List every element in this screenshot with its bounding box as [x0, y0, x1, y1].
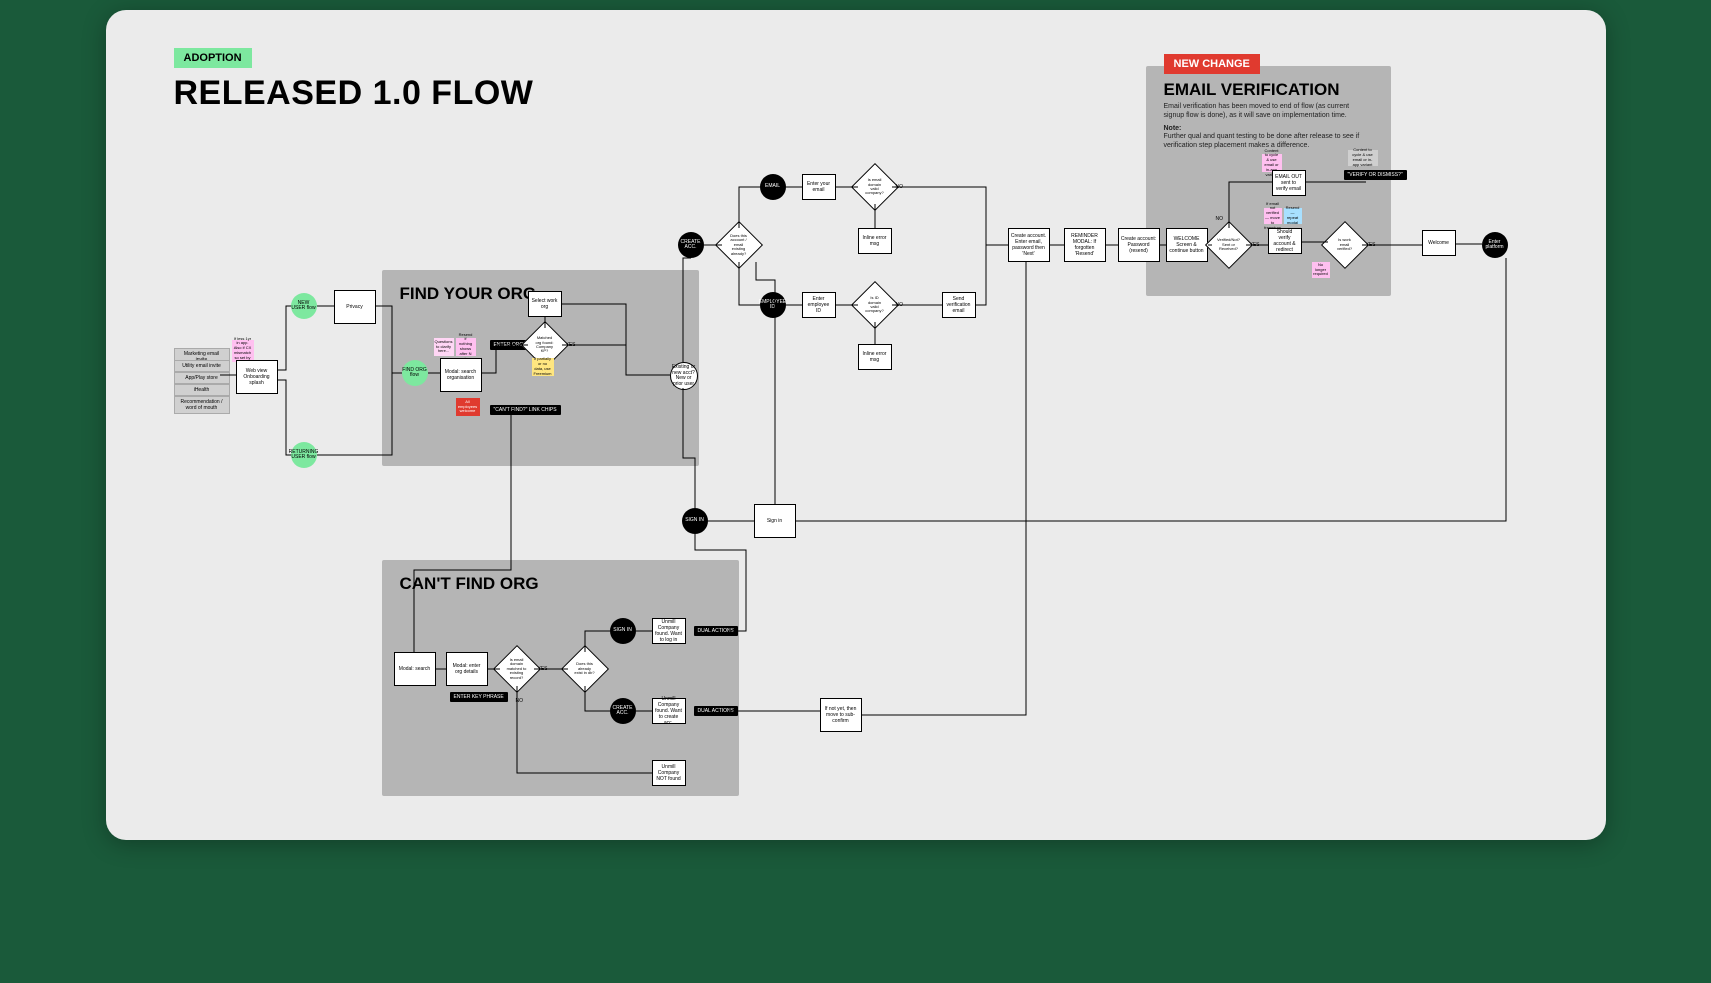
- box-enter-email: Enter your email: [802, 174, 836, 200]
- note-b: Resend if nothing shows after N mins: [456, 338, 476, 356]
- label-yes: YES: [1250, 242, 1260, 248]
- diamond-manual-q2: Does this already exist in db?: [568, 652, 602, 686]
- circle-sign-in: SIGN IN: [682, 508, 708, 534]
- label-no: NO: [896, 302, 904, 308]
- circle-account-type: Existing or new acct? New or prior user: [670, 362, 698, 390]
- box-region-detail: Modal: enter org details: [446, 652, 488, 686]
- diamond-go-verify: Verified/Not? Sent or Received?: [1212, 228, 1246, 262]
- zone-description: Email verification has been moved to end…: [1164, 102, 1364, 120]
- diamond-manual-q1: Is email domain matched to existing reco…: [500, 652, 534, 686]
- box-sign-in: Sign in: [754, 504, 796, 538]
- box-privacy: Privacy: [334, 290, 376, 324]
- label-no: NO: [516, 698, 524, 704]
- label-yes: YES: [538, 666, 548, 672]
- box-welcome: Web view Onboarding splash: [236, 360, 278, 394]
- box-work-email: Send verification email: [942, 292, 976, 318]
- diamond-validate-emp: Is ID domain valid company?: [858, 288, 892, 322]
- entry-ihealth: iHealth: [174, 384, 230, 396]
- box-unmill-2: Unmill Company found. Want to create acc…: [652, 698, 686, 724]
- note-v2: If email not verified — move to freemium: [1264, 208, 1282, 224]
- box-create-acct-step: Create account. Enter email, password th…: [1008, 228, 1050, 262]
- entry-utility: Utility email invite: [174, 360, 230, 372]
- pill-dual-1: DUAL ACTIONS: [694, 626, 739, 636]
- box-resend-1: EMAIL OUT sent to verify email: [1272, 170, 1306, 196]
- circle-find-org: FIND ORG flow: [402, 360, 428, 386]
- note-v4: No longer required: [1312, 262, 1330, 278]
- label-no: NO: [1216, 216, 1224, 222]
- circle-new-user: NEW USER flow: [291, 293, 317, 319]
- circle-create-acc-2: CREATE ACC.: [610, 698, 636, 724]
- box-search-org: Modal: search organisation: [440, 358, 482, 392]
- circle-employee-id: EMPLOYEE ID: [760, 292, 786, 318]
- label-yes: YES: [566, 342, 576, 348]
- diamond-verified: Is work email verified?: [1328, 228, 1362, 262]
- pill-verify-cta: "VERIFY OR DISMISS?": [1344, 170, 1407, 180]
- label-yes: YES: [1366, 242, 1376, 248]
- box-create-pw: Create account: Password (resend): [1118, 228, 1160, 262]
- note-a: Questions to clarify here...: [434, 338, 454, 356]
- box-welcome-to: WELCOME Screen & continue button: [1166, 228, 1208, 262]
- zone-title: CAN'T FIND ORG: [400, 574, 539, 594]
- box-unmill-3: Unmill Company NOT found: [652, 760, 686, 786]
- note-red: All employees welcome: [456, 398, 480, 416]
- circle-sign-in-2: SIGN IN: [610, 618, 636, 644]
- page-title: RELEASED 1.0 FLOW: [174, 74, 534, 113]
- note-yellow: If partially or no data, use Freemium: [532, 358, 554, 376]
- diamond-account-exists: Does this account / email existing alrea…: [722, 228, 756, 262]
- box-freemium: If not yet, then move to sub-confirm: [820, 698, 862, 732]
- adoption-badge: ADOPTION: [174, 48, 252, 68]
- note-v3: Resend — repeat modal: [1284, 208, 1302, 224]
- note-welcome: If less 1yr in app. Also if CX mismatch …: [232, 340, 254, 362]
- diamond-validate-email: Is email domain valid company?: [858, 170, 892, 204]
- pill-cant-find-link: "CAN'T FIND?" LINK CHIPS: [490, 405, 561, 415]
- box-enter-emp-id: Enter employee ID: [802, 292, 836, 318]
- zone-title: FIND YOUR ORG: [400, 284, 537, 304]
- diagram-frame: ADOPTION RELEASED 1.0 FLOW FIND YOUR ORG…: [106, 10, 1606, 840]
- entry-appstore: App/Play store: [174, 372, 230, 384]
- circle-returning-user: RETURNING USER flow: [291, 442, 317, 468]
- note-freemium: Content to cycle & use email or in-app v…: [1348, 150, 1378, 166]
- zone-title: EMAIL VERIFICATION: [1164, 80, 1340, 100]
- pill-dual-2: DUAL ACTIONS: [694, 706, 739, 716]
- pill-enter-key-phrase: ENTER KEY PHRASE: [450, 692, 508, 702]
- box-did-receive: Should verify account & redirect: [1268, 228, 1302, 254]
- box-region: Modal: search: [394, 652, 436, 686]
- box-error-email: Inline error msg: [858, 228, 892, 254]
- box-error-emp: Inline error msg: [858, 344, 892, 370]
- box-reminder: REMINDER MODAL: If forgotten 'Resend': [1064, 228, 1106, 262]
- box-unmill-1: Unmill Company found. Want to log in: [652, 618, 686, 644]
- entry-recommend: Recommendation / word of mouth: [174, 396, 230, 414]
- box-welcome-final: Welcome: [1422, 230, 1456, 256]
- circle-create-acc: CREATE ACC.: [678, 232, 704, 258]
- label-no: NO: [896, 184, 904, 190]
- box-select-org: Select work org: [528, 291, 562, 317]
- circle-email: EMAIL: [760, 174, 786, 200]
- new-change-badge: NEW CHANGE: [1164, 54, 1260, 74]
- circle-enter-platform: Enter platform: [1482, 232, 1508, 258]
